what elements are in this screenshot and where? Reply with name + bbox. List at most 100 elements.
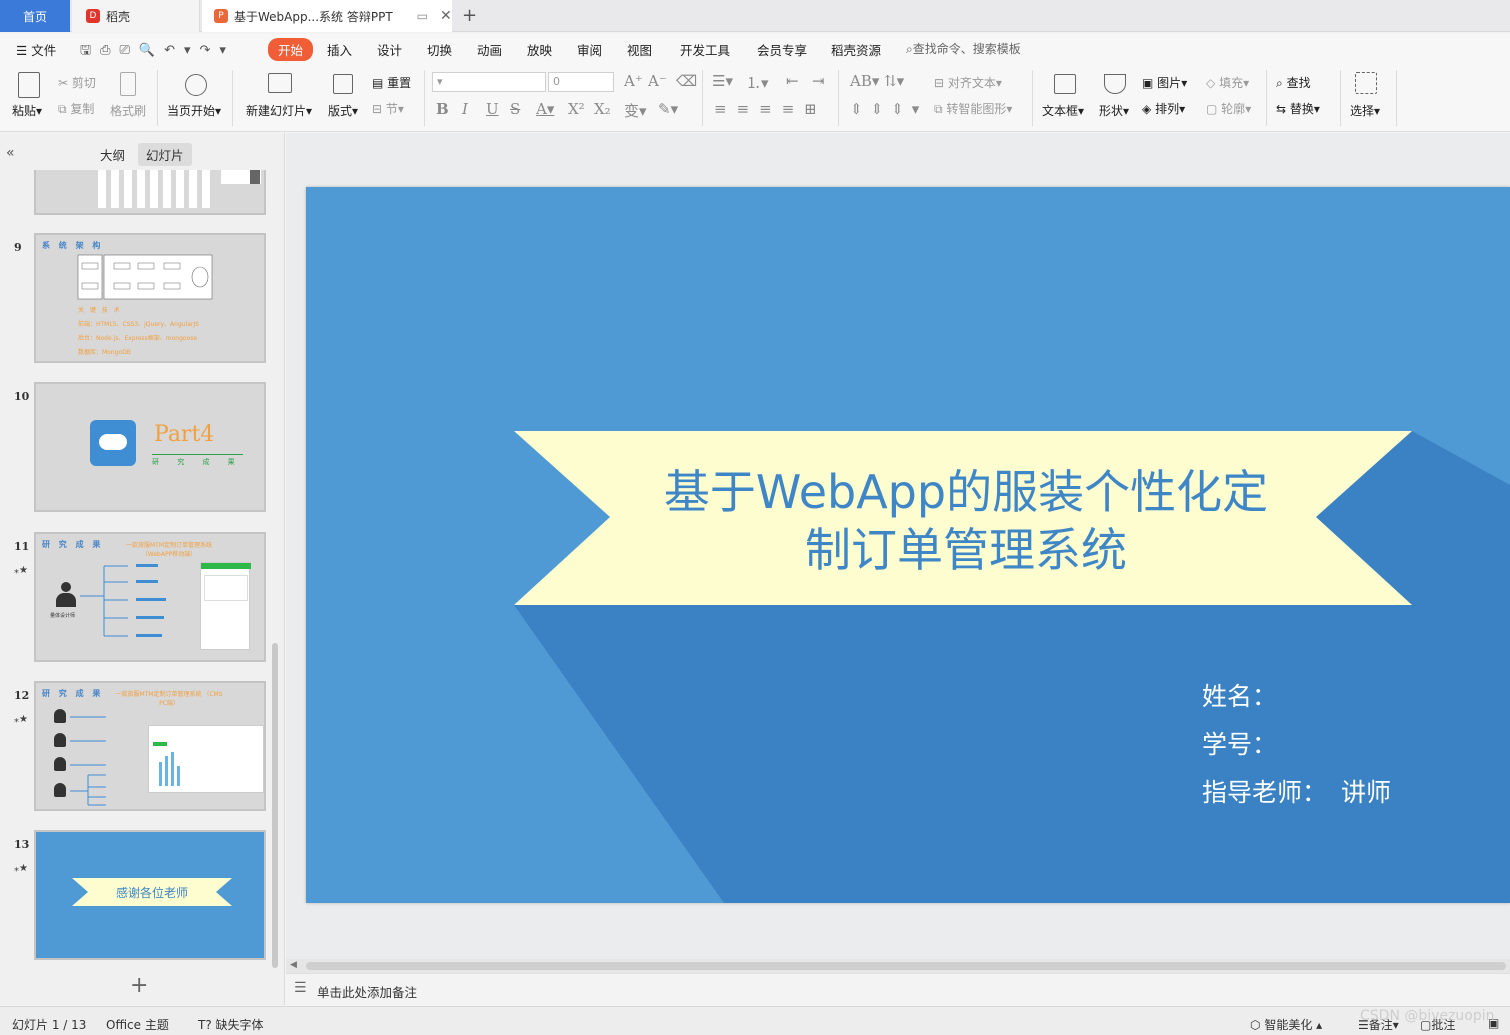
menu-member[interactable]: 会员专享 — [757, 40, 807, 59]
current-slide[interactable]: 基于WebApp的服装个性化定 制订单管理系统 姓名： 学号： 指导老师： 讲师 — [306, 187, 1510, 903]
slide-title[interactable]: 基于WebApp的服装个性化定 制订单管理系统 — [636, 463, 1296, 579]
font-color-icon[interactable]: A▾ — [536, 100, 554, 118]
slide-thumbnail-11[interactable]: 研 究 成 果 一款旅服MTM定制订单管理系统 （WebAPP移动端） 量体设计… — [34, 532, 266, 662]
superscript-icon[interactable]: X² — [568, 100, 585, 118]
thumb-subtitle: 一款旅服MTM定制订单管理系统 （WebAPP移动端） — [125, 542, 213, 558]
menu-review[interactable]: 审阅 — [577, 40, 602, 59]
scroll-left-icon[interactable]: ◀ — [290, 960, 297, 970]
phone-mockup — [200, 562, 251, 650]
paste-button[interactable]: 粘贴▾ — [12, 102, 42, 119]
copy-icon: ⧉ — [58, 102, 67, 116]
cut-button[interactable]: ✂ 剪切 — [58, 74, 96, 91]
smart-shape-button[interactable]: ⧉ 转智能图形▾ — [934, 100, 1012, 117]
arrange-icon: ◈ — [1142, 102, 1152, 116]
picture-button[interactable]: ▣ 图片▾ — [1142, 74, 1187, 91]
advisor-line[interactable]: 指导老师： 讲师 — [1202, 773, 1391, 809]
align-text-button[interactable]: ⊟ 对齐文本▾ — [934, 74, 1002, 91]
italic-icon[interactable]: I — [462, 100, 468, 118]
menu-transition[interactable]: 切换 — [427, 40, 452, 59]
student-id-label[interactable]: 学号： — [1202, 725, 1277, 761]
char-spacing-icon[interactable]: AB▾ — [850, 72, 879, 90]
missing-font-button[interactable]: T? 缺失字体 — [198, 1016, 264, 1033]
menu-developer[interactable]: 开发工具 — [680, 40, 730, 59]
thumb-part-label: Part4 — [154, 422, 215, 447]
tab-outline[interactable]: 大纲 — [92, 143, 133, 166]
new-tab-icon[interactable]: + — [462, 5, 477, 26]
increase-indent-icon[interactable]: ⇥ — [812, 72, 825, 90]
font-family-select[interactable]: ▾ — [432, 72, 546, 92]
numbering-icon[interactable]: ⒈▾ — [746, 72, 769, 93]
copy-button[interactable]: ⧉ 复制 — [58, 100, 94, 117]
menu-view[interactable]: 视图 — [627, 40, 652, 59]
menu-slideshow[interactable]: 放映 — [527, 40, 552, 59]
name-label[interactable]: 姓名： — [1202, 677, 1277, 713]
command-search[interactable]: ⌕查找命令、搜索模板 — [906, 40, 1021, 57]
outline-button[interactable]: ▢ 轮廓▾ — [1206, 100, 1251, 117]
text-direction-icon[interactable]: ⇅▾ — [884, 72, 904, 90]
slide-thumbnail-12[interactable]: 研 究 成 果 一款旅服MTM定制订单管理系统 （CMS PC端） — [34, 681, 266, 811]
fill-button[interactable]: ◇ 填充▾ — [1206, 74, 1249, 91]
shape-button[interactable]: 形状▾ — [1099, 102, 1129, 119]
menu-animation[interactable]: 动画 — [477, 40, 502, 59]
decrease-indent-icon[interactable]: ⇤ — [786, 72, 799, 90]
file-menu[interactable]: ☰ 文件 — [16, 40, 56, 59]
from-current-button[interactable]: 当页开始▾ — [167, 102, 221, 119]
slide-number: 11 — [14, 540, 30, 553]
menu-start[interactable]: 开始 — [268, 38, 314, 61]
align-text-label: 对齐文本 — [947, 76, 996, 90]
slide-number: 12 — [14, 689, 30, 702]
section-button[interactable]: ⊟ 节▾ — [372, 100, 404, 117]
notes-pane[interactable]: ☰ 单击此处添加备注 — [286, 973, 1510, 1005]
phonetic-icon[interactable]: 变▾ — [624, 100, 647, 121]
arrange-button[interactable]: ◈ 排列▾ — [1142, 100, 1185, 117]
highlight-icon[interactable]: ✎▾ — [658, 100, 678, 118]
format-painter-button[interactable]: 格式刷 — [110, 102, 146, 119]
layout-icon — [333, 74, 353, 94]
select-icon — [1355, 72, 1377, 94]
eraser-icon[interactable]: ⌫ — [676, 72, 697, 90]
person-icon — [54, 709, 66, 723]
reset-button[interactable]: ▤ 重置 — [372, 74, 411, 91]
select-button[interactable]: 选择▾ — [1350, 102, 1380, 119]
tab-daoke[interactable]: D 稻壳 — [72, 0, 200, 32]
slide-editor-canvas: 基于WebApp的服装个性化定 制订单管理系统 姓名： 学号： 指导老师： 讲师 — [286, 133, 1510, 959]
close-tab-icon[interactable]: ✕ — [440, 8, 452, 24]
slide-thumbnail-13[interactable]: 感谢各位老师 — [34, 830, 266, 960]
layout-button[interactable]: 版式▾ — [328, 102, 358, 119]
thumbnail-scrollbar[interactable] — [272, 643, 278, 968]
paragraph-align-icons[interactable]: ≡≡≡≡⊞ — [714, 100, 827, 118]
bold-icon[interactable]: B — [436, 100, 449, 118]
find-button[interactable]: ⌕ 查找 — [1276, 74, 1311, 91]
menu-daoke-resources[interactable]: 稻壳资源 — [831, 40, 881, 59]
theme-name[interactable]: Office 主题 — [106, 1016, 169, 1033]
bullets-icon[interactable]: ☰▾ — [712, 72, 733, 90]
textbox-button[interactable]: 文本框▾ — [1042, 102, 1084, 119]
tab-document[interactable]: P 基于WebApp...系统 答辩PPT ▭ ✕ — [202, 0, 452, 32]
font-size-select[interactable]: 0 — [548, 72, 614, 92]
quick-access-icons[interactable]: 🖫⎙⎚🔍↶▾↷▾ — [80, 41, 235, 63]
add-slide-icon[interactable]: + — [130, 973, 148, 998]
pin-icon[interactable]: ▭ — [417, 9, 428, 23]
menu-design[interactable]: 设计 — [377, 40, 402, 59]
strikethrough-icon[interactable]: S — [510, 100, 520, 118]
smart-beautify-button[interactable]: ⬡ 智能美化 ▴ — [1250, 1016, 1322, 1033]
reset-icon: ▤ — [372, 76, 384, 90]
tab-home[interactable]: 首页 — [0, 0, 70, 32]
slide-thumbnail-10[interactable]: Part4 研 究 成 果 — [34, 382, 266, 512]
menu-insert[interactable]: 插入 — [327, 40, 352, 59]
tab-daoke-label: 稻壳 — [106, 9, 131, 24]
shrink-font-icon[interactable]: A⁻ — [648, 72, 667, 90]
replace-button[interactable]: ⇆ 替换▾ — [1276, 100, 1320, 117]
tab-slides[interactable]: 幻灯片 — [138, 143, 192, 166]
missing-font-label: 缺失字体 — [215, 1018, 264, 1032]
grow-font-icon[interactable]: A⁺ — [624, 72, 643, 90]
horizontal-scrollbar[interactable]: ◀ — [286, 959, 1510, 973]
slide-thumbnail-8[interactable] — [34, 170, 266, 215]
underline-icon[interactable]: U — [486, 100, 499, 118]
subscript-icon[interactable]: X₂ — [594, 100, 611, 118]
animation-star-icon: ⁎★ — [14, 714, 28, 725]
scroll-thumb[interactable] — [306, 962, 1506, 970]
line-spacing-icons[interactable]: ⇕⇕⇕▾ — [850, 100, 927, 118]
new-slide-button[interactable]: 新建幻灯片▾ — [246, 102, 312, 119]
slide-thumbnail-9[interactable]: 系 统 架 构 关 键 技 术 前端：HTML5、CSS3、jQuery、Ang… — [34, 233, 266, 363]
